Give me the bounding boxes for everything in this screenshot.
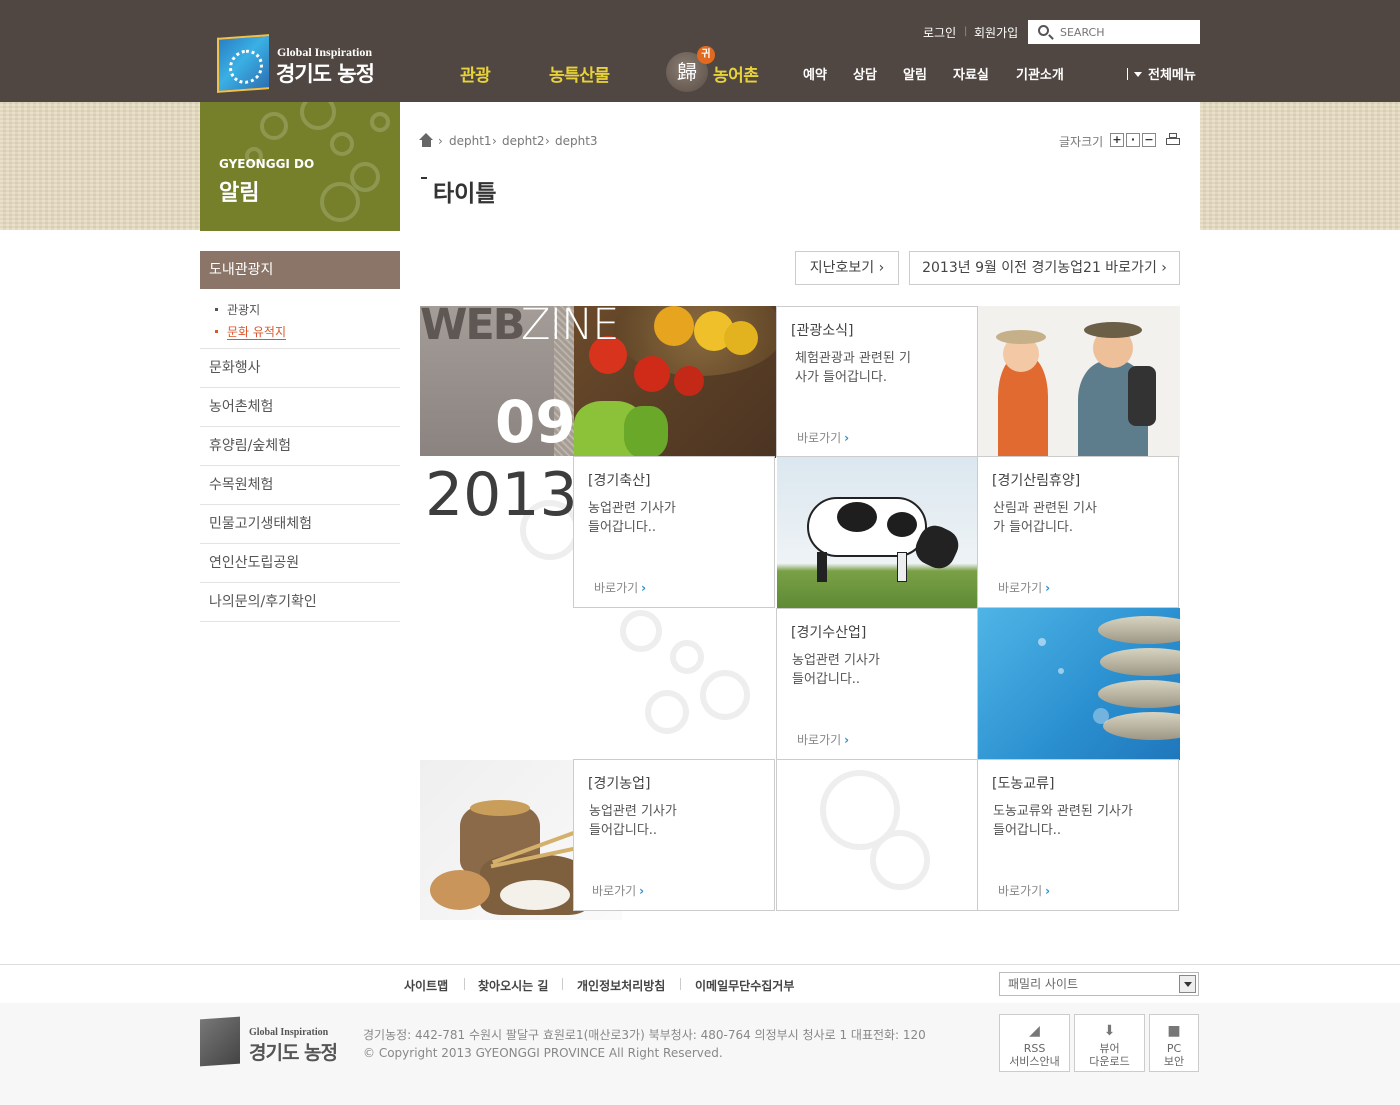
lnb-item[interactable]: 민물고기생태체험 [200,504,400,543]
lnb-item-active[interactable]: 도내관광지 [200,251,400,289]
webzine-month: 09 [495,388,576,456]
webzine-word-zine: ZINE [521,300,619,350]
home-icon[interactable] [419,133,434,147]
lnb-item[interactable]: 농어촌체험 [200,387,400,426]
gnb-about[interactable]: 기관소개 [1016,64,1064,83]
footer-link-sitemap[interactable]: 사이트맵 [404,977,448,994]
search-icon[interactable] [1038,25,1049,36]
pc-security-button[interactable]: ■ PC 보안 [1149,1014,1199,1072]
join-link[interactable]: 회원가입 [974,24,1018,41]
gnb-consultation[interactable]: 상담 [853,64,877,83]
search-input[interactable] [1060,24,1190,40]
article-card-agriculture[interactable]: [경기농업] 농업관련 기사가 들어갑니다.. 바로가기 › [573,759,775,911]
go-link[interactable]: 바로가기 › [592,882,644,899]
gnb-archive[interactable]: 자료실 [953,64,989,83]
footer-link-privacy[interactable]: 개인정보처리방침 [577,977,665,994]
util-divider: | [964,26,968,37]
fish-image[interactable] [978,608,1180,760]
gnb-tourism[interactable]: 관광 [460,61,491,86]
lnb-item[interactable]: 연인산도립공원 [200,543,400,582]
breadcrumb-depth3[interactable]: depht3 [555,134,598,148]
gnb-reservation[interactable]: 예약 [803,64,827,83]
lnb-sub-item-tourist-spot[interactable]: 관광지 [215,301,260,318]
section-title-eng: GYEONGGI DO [219,157,315,171]
font-reset-button[interactable]: · [1126,133,1140,147]
lnb-item[interactable]: 수목원체험 [200,465,400,504]
lock-icon: ■ [1167,1023,1181,1039]
gnb-rural-village[interactable]: 농어촌 [713,61,759,86]
article-card-tourism[interactable]: [관광소식] 체험관광과 관련된 기사가 들어갑니다. 바로가기 › [776,306,978,457]
section-title-box: GYEONGGI DO 알림 [200,102,400,231]
lnb-sub-item-cultural-site[interactable]: 문화 유적지 [215,323,287,340]
all-menu-label: 전체메뉴 [1148,68,1196,83]
viewer-download-button[interactable]: ⬇ 뷰어 다운로드 [1074,1014,1145,1072]
go-link[interactable]: 바로가기 › [797,731,849,748]
logo-emblem-icon [217,34,269,93]
logo-title: 경기도 농정 [276,62,375,86]
footer-link-directions[interactable]: 찾아오시는 길 [478,977,548,994]
footer-link-email-policy[interactable]: 이메일무단수집거부 [695,977,794,994]
footer-copyright: © Copyright 2013 GYEONGGI PROVINCE All R… [363,1046,723,1060]
lnb-item[interactable]: 문화행사 [200,348,400,387]
empty-card [776,759,978,911]
gnb-notice[interactable]: 알림 [903,64,927,83]
site-header: Global Inspiration 경기도 농정 로그인 | 회원가입 관광 … [0,0,1400,102]
breadcrumb-depth1[interactable]: depht1 [449,134,492,148]
article-card-urban-rural-exchange[interactable]: [도농교류] 도농교류와 관련된 기사가 들어갑니다.. 바로가기 › [977,759,1179,911]
rss-icon: ◢ [1029,1023,1040,1039]
go-link[interactable]: 바로가기 › [594,579,646,596]
couple-hiking-image[interactable] [978,306,1180,458]
article-card-livestock[interactable]: [경기축산] 농업관련 기사가 들어갑니다.. 바로가기 › [573,456,775,608]
lnb-item[interactable]: 나의문의/후기확인 [200,582,400,621]
past-issues-button[interactable]: 지난호보기 › [795,251,899,285]
rss-service-button[interactable]: ◢ RSS 서비스안내 [999,1014,1070,1072]
footer-logo-emblem-icon [200,1016,240,1067]
article-card-forestry[interactable]: [경기산림휴양] 산림과 관련된 기사가 들어갑니다. 바로가기 › [977,456,1179,608]
go-link[interactable]: 바로가기 › [998,882,1050,899]
legacy-site-button[interactable]: 2013년 9월 이전 경기농업21 바로가기 › [909,251,1180,285]
footer-logo: Global Inspiration 경기도 농정 [200,1016,340,1068]
footer-address: 경기농정: 442-781 수원시 팔달구 효원로1(매산로3가) 북부청사: … [363,1028,926,1042]
font-size-label: 글자크기 [1059,135,1104,149]
all-menu-button[interactable]: 전체메뉴 [1127,64,1196,83]
search-box [1028,20,1200,44]
login-link[interactable]: 로그인 [923,24,956,41]
webzine-word-web: WEB [420,300,526,350]
chevron-down-icon [1179,975,1196,993]
article-card-fishery[interactable]: [경기수산업] 농업관련 기사가 들어갑니다.. 바로가기 › [776,608,978,760]
caret-down-icon [1134,72,1142,77]
section-title-kor: 알림 [219,181,260,206]
download-icon: ⬇ [1103,1023,1116,1039]
site-logo[interactable]: Global Inspiration 경기도 농정 [217,34,387,93]
go-link[interactable]: 바로가기 › [797,429,849,446]
breadcrumb-depth2[interactable]: depht2 [502,134,545,148]
font-increase-button[interactable]: + [1110,133,1124,147]
page-title: 타이틀 [433,181,497,207]
cow-image[interactable] [777,457,979,609]
lnb-item[interactable]: 휴양림/숲체험 [200,426,400,465]
font-decrease-button[interactable]: − [1142,133,1156,147]
gnb-specialty-products[interactable]: 농특산물 [549,61,610,86]
webzine-year: 2013 [425,460,578,530]
go-link[interactable]: 바로가기 › [998,579,1050,596]
family-site-select[interactable]: 패밀리 사이트 [999,972,1199,996]
print-icon[interactable] [1166,133,1180,147]
